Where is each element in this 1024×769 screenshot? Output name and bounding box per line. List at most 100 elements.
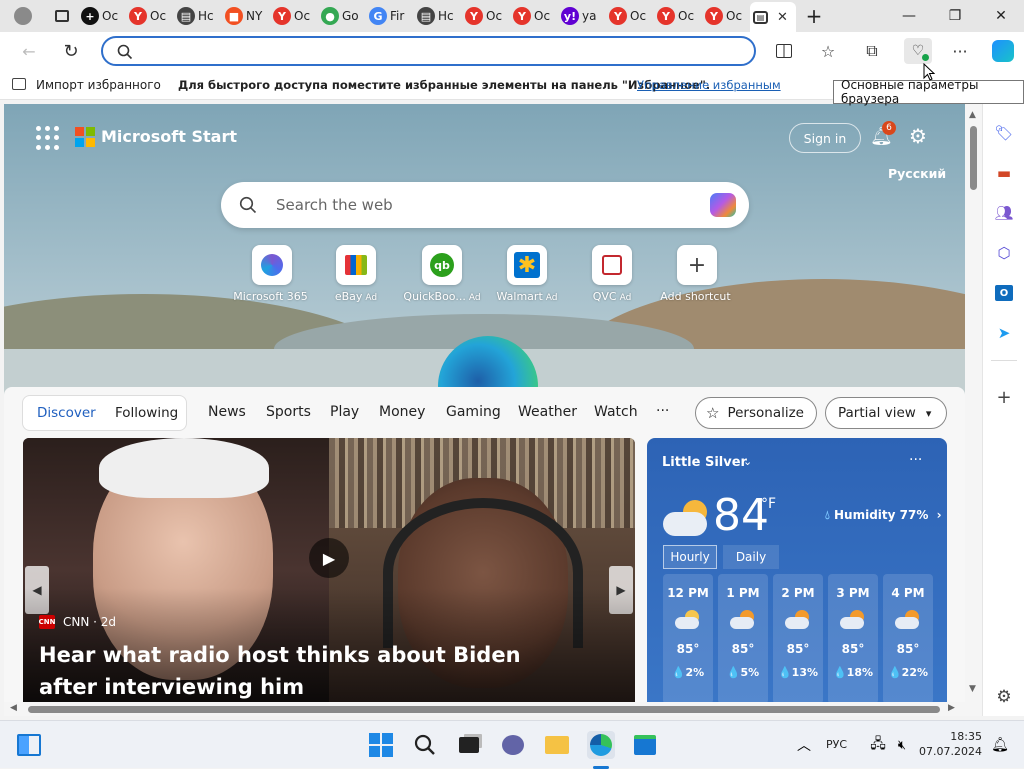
browser-tab[interactable]: + Oc (78, 0, 126, 32)
browser-tab[interactable]: G Fir (366, 0, 414, 32)
hourly-forecast-column[interactable]: 2 PM 85° 💧13% (773, 574, 823, 702)
weather-more-button[interactable]: ··· (909, 452, 922, 468)
close-window-button[interactable]: ✕ (978, 0, 1024, 32)
browser-tab[interactable]: Y Oc (606, 0, 654, 32)
shortcut-tile[interactable]: Microsoft 365 (227, 245, 317, 303)
file-explorer-button[interactable] (543, 731, 571, 759)
browser-tab[interactable]: Y Oc (510, 0, 558, 32)
scroll-left-icon[interactable]: ◀ (10, 703, 17, 713)
manage-favorites-link[interactable]: Управление избранным (637, 78, 781, 92)
chevron-down-icon[interactable]: ⌄ (743, 455, 752, 468)
browser-tab[interactable]: ● Go (318, 0, 366, 32)
browser-tab[interactable]: y! ya (558, 0, 606, 32)
refresh-button[interactable]: ↻ (60, 40, 82, 62)
browser-tab[interactable]: ▤ Hc (174, 0, 222, 32)
notifications-button[interactable]: 🔔︎ 6 (870, 121, 896, 148)
notifications-center-button[interactable]: 🔔︎ (986, 731, 1014, 759)
shopping-tag-icon[interactable]: 🏷︎ (993, 122, 1015, 144)
outlook-icon[interactable]: O (993, 282, 1015, 304)
search-button[interactable] (411, 731, 439, 759)
language-selector[interactable]: Русский (888, 166, 946, 181)
category-play[interactable]: Play (330, 404, 359, 420)
widgets-button[interactable] (15, 731, 43, 759)
settings-more-button[interactable]: ··· (949, 40, 971, 62)
sidebar-settings-button[interactable]: ⚙ (993, 686, 1015, 708)
weather-location[interactable]: Little Silver (662, 455, 747, 470)
vertical-scrollbar[interactable]: ▲ ▼ (965, 104, 982, 702)
sign-in-button[interactable]: Sign in (789, 123, 861, 153)
layout-view-dropdown[interactable]: Partial view ▾ (825, 397, 947, 429)
maximize-button[interactable]: ❐ (932, 0, 978, 32)
browser-essentials-button[interactable]: ♡ (904, 38, 932, 64)
copilot-button[interactable] (990, 38, 1016, 64)
tab-daily[interactable]: Daily (723, 545, 779, 569)
play-video-button[interactable]: ▶ (309, 538, 349, 578)
shortcut-tile[interactable]: + Add shortcut (652, 245, 742, 303)
hero-news-card[interactable]: ▶ ◀ ▶ CNN CNN · 2d Hear what radio host … (23, 438, 635, 702)
back-button[interactable]: ← (18, 40, 40, 62)
hourly-forecast-column[interactable]: 4 PM 85° 💧22% (883, 574, 933, 702)
volume-button[interactable]: 🔇︎ (888, 731, 916, 759)
tab-active[interactable]: ▤ ✕ (750, 2, 796, 32)
category-news[interactable]: News (208, 404, 246, 420)
web-search-box[interactable]: Search the web (221, 182, 749, 228)
shortcut-tile[interactable]: QVC Ad (567, 245, 657, 303)
edge-taskbar-button[interactable] (587, 731, 615, 759)
favorites-button[interactable]: ☆ (817, 40, 839, 62)
shortcut-tile[interactable]: eBay Ad (311, 245, 401, 303)
microsoft365-icon[interactable]: ⬡ (993, 242, 1015, 264)
horizontal-scrollbar[interactable]: ◀ ▶ (4, 702, 982, 716)
shortcut-tile[interactable]: qb QuickBoo... Ad (397, 245, 487, 303)
page-settings-button[interactable]: ⚙ (909, 124, 927, 148)
scroll-up-icon[interactable]: ▲ (969, 110, 976, 120)
category-gaming[interactable]: Gaming (446, 404, 501, 420)
task-view-button[interactable] (455, 731, 483, 759)
browser-tab[interactable]: ■ NY (222, 0, 270, 32)
teams-chat-button[interactable] (499, 731, 527, 759)
vertical-scroll-thumb[interactable] (970, 126, 977, 190)
address-bar[interactable] (101, 36, 756, 66)
store-button[interactable] (631, 731, 659, 759)
category-watch[interactable]: Watch (594, 404, 638, 420)
split-screen-button[interactable] (773, 40, 795, 62)
weather-card[interactable]: Little Silver ⌄ ··· 84 °F 💧︎ Humidity 77… (647, 438, 947, 702)
tab-following[interactable]: Following (115, 405, 178, 421)
profile-button[interactable] (0, 0, 46, 32)
new-tab-button[interactable]: + (796, 0, 832, 32)
copilot-search-icon[interactable] (710, 193, 736, 217)
clock[interactable]: 18:35 07.07.2024 (918, 729, 982, 759)
send-drop-icon[interactable]: ➤ (993, 322, 1015, 344)
category-sports[interactable]: Sports (266, 404, 311, 420)
toolbox-icon[interactable]: ▬ (993, 162, 1015, 184)
temperature-unit[interactable]: °F (761, 496, 776, 512)
tab-hourly[interactable]: Hourly (663, 545, 717, 569)
hourly-forecast-column[interactable]: 12 PM 85° 💧2% (663, 574, 713, 702)
category-weather[interactable]: Weather (518, 404, 577, 420)
minimize-button[interactable]: — (886, 0, 932, 32)
shortcut-tile[interactable]: ✱ Walmart Ad (482, 245, 572, 303)
personalize-button[interactable]: ☆ Personalize (695, 397, 817, 429)
hero-headline[interactable]: Hear what radio host thinks about Biden … (39, 639, 579, 702)
start-button[interactable] (367, 731, 395, 759)
more-categories-button[interactable]: ··· (656, 403, 669, 419)
hourly-forecast-column[interactable]: 3 PM 85° 💧18% (828, 574, 878, 702)
apps-launcher-button[interactable] (36, 126, 60, 150)
browser-tab[interactable]: Y Oc (462, 0, 510, 32)
tab-discover[interactable]: Discover (37, 405, 96, 421)
people-icon[interactable]: 👥︎ (993, 202, 1015, 224)
browser-tab[interactable]: Y Oc (702, 0, 750, 32)
browser-tab[interactable]: Y Oc (126, 0, 174, 32)
browser-tab[interactable]: Y Oc (654, 0, 702, 32)
scroll-right-icon[interactable]: ▶ (948, 703, 955, 713)
tab-actions-button[interactable] (46, 0, 78, 32)
scroll-down-icon[interactable]: ▼ (969, 684, 976, 694)
collections-button[interactable]: ⧉ (861, 40, 883, 62)
add-sidebar-app-button[interactable]: + (993, 386, 1015, 408)
keyboard-language[interactable]: РУС (826, 738, 847, 751)
show-hidden-icons-button[interactable]: ︿ (790, 731, 818, 759)
browser-tab[interactable]: ▤ Hc (414, 0, 462, 32)
category-money[interactable]: Money (379, 404, 425, 420)
import-favorites-link[interactable]: Импорт избранного (36, 78, 161, 92)
horizontal-scroll-thumb[interactable] (28, 706, 940, 713)
hourly-forecast-column[interactable]: 1 PM 85° 💧5% (718, 574, 768, 702)
